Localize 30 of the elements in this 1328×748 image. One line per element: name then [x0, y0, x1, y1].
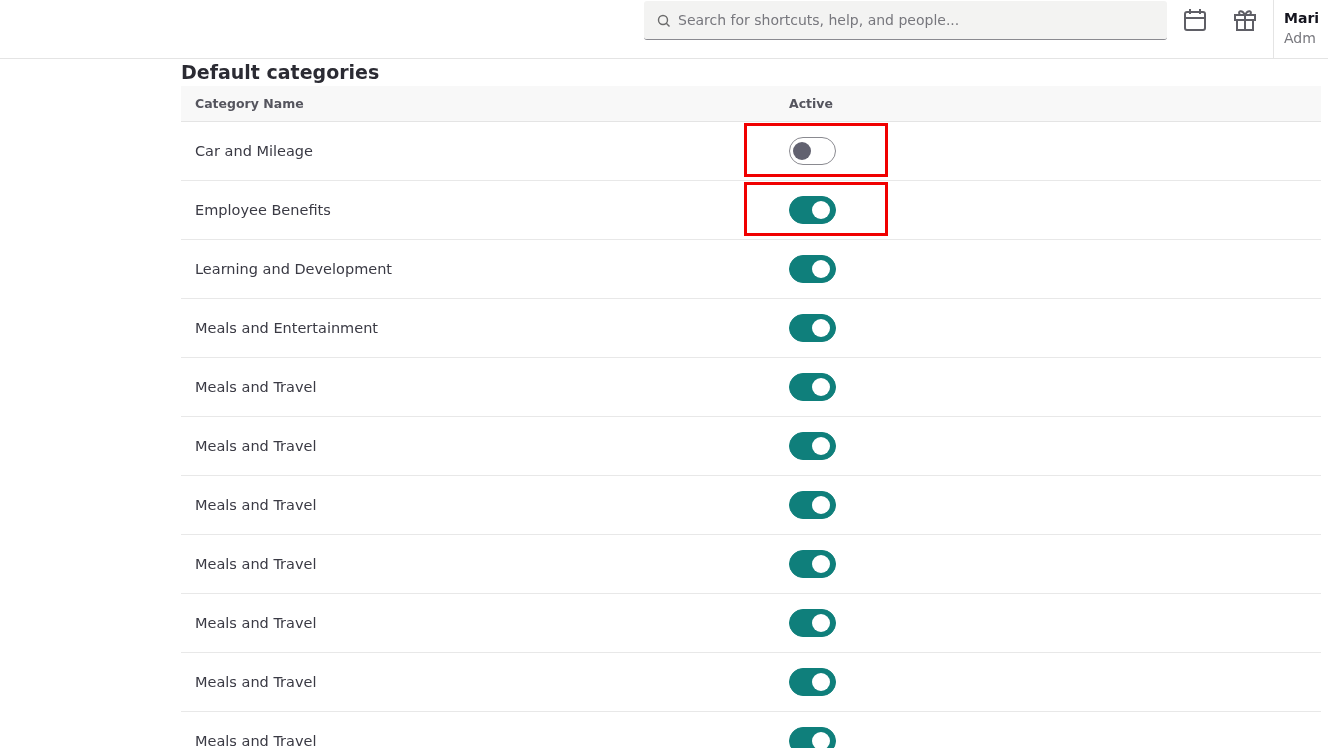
toggle-switch[interactable]: [789, 550, 836, 578]
category-name: Meals and Entertainment: [194, 320, 380, 336]
category-name: Meals and Travel: [194, 674, 318, 690]
category-name: Meals and Travel: [194, 615, 318, 631]
toggle-switch[interactable]: [789, 609, 836, 637]
toggle-switch[interactable]: [789, 314, 836, 342]
user-role: Adm: [1284, 30, 1317, 46]
toggle-switch[interactable]: [789, 137, 836, 165]
toggle-switch[interactable]: [789, 727, 836, 748]
category-name: Meals and Travel: [194, 556, 318, 572]
category-name: Learning and Development: [194, 261, 394, 277]
column-header: Active: [789, 95, 834, 113]
gift-icon[interactable]: [1233, 8, 1257, 32]
toggle-switch[interactable]: [789, 196, 836, 224]
toggle-switch[interactable]: [789, 373, 836, 401]
category-name: Car and Mileage: [194, 143, 314, 159]
search-field[interactable]: Search for shortcuts, help, and people...: [644, 0, 1167, 40]
calendar-icon[interactable]: [1183, 8, 1207, 32]
toggle-switch[interactable]: [789, 432, 836, 460]
category-name: Meals and Travel: [194, 438, 318, 454]
user-name: Mari: [1284, 10, 1320, 26]
column-header: Category Name: [194, 96, 305, 111]
toggle-switch[interactable]: [789, 668, 836, 696]
category-name: Meals and Travel: [194, 733, 318, 748]
section-title: Default categories: [181, 61, 381, 83]
category-name: Employee Benefits: [194, 202, 332, 218]
toggle-switch[interactable]: [789, 491, 836, 519]
category-name: Meals and Travel: [194, 497, 318, 513]
category-name: Meals and Travel: [194, 379, 318, 395]
toggle-switch[interactable]: [789, 255, 836, 283]
